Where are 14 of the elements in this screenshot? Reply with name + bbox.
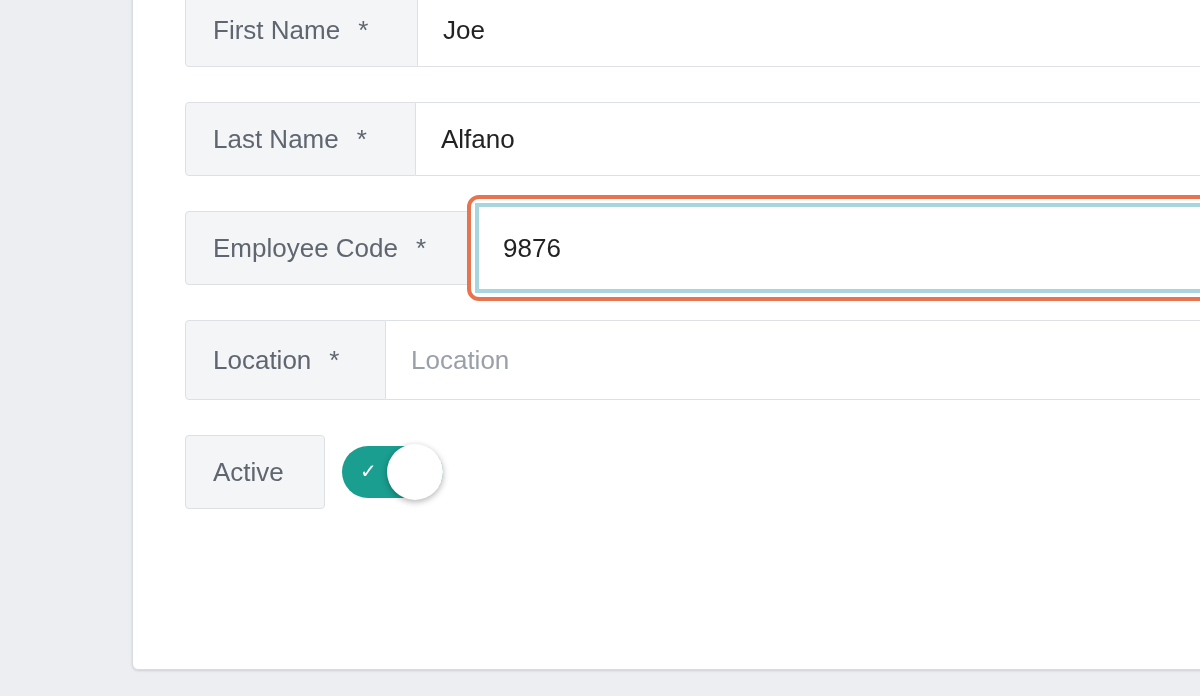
required-mark: * xyxy=(329,343,340,377)
text-input[interactable]: 9876 xyxy=(475,203,1200,293)
field-label-text: First Name xyxy=(213,13,341,47)
text-input[interactable]: Alfano xyxy=(416,102,1200,176)
check-icon: ✓ xyxy=(360,458,377,484)
field-label-text: Location xyxy=(213,343,312,377)
text-input[interactable]: Location xyxy=(386,320,1200,400)
required-mark: * xyxy=(416,231,427,265)
toggle-label: Active xyxy=(185,435,325,509)
toggle-knob xyxy=(387,444,443,500)
required-mark: * xyxy=(358,13,369,47)
field-label-text: Employee Code xyxy=(213,231,398,265)
field-label-text: Last Name xyxy=(213,122,339,156)
required-mark: * xyxy=(356,122,367,156)
